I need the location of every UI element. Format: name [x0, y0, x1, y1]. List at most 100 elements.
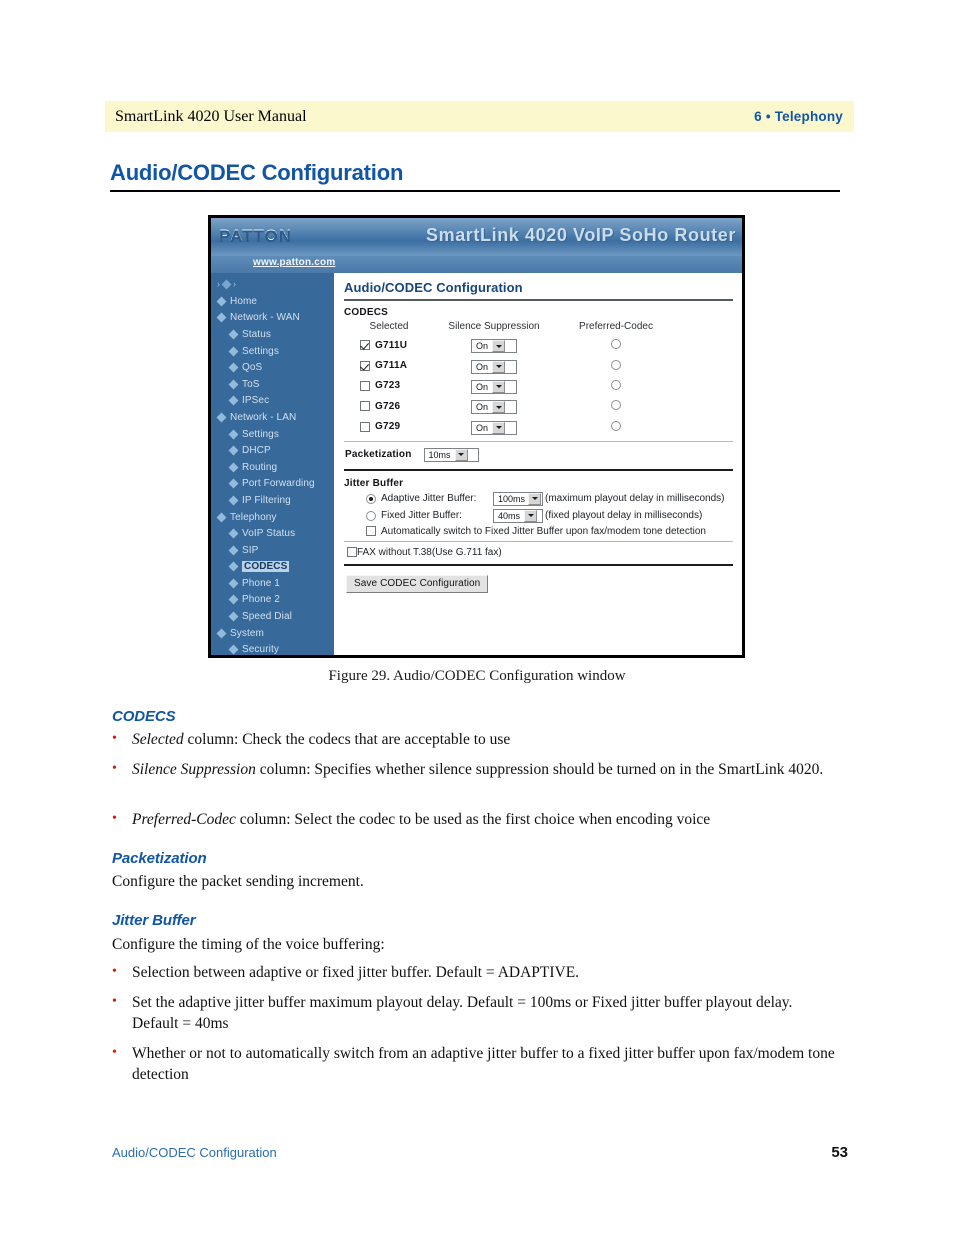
diamond-bullet-icon [228, 445, 239, 456]
auto-switch-row: Automatically switch to Fixed Jitter Buf… [344, 526, 733, 537]
sidebar-item-label: System [230, 627, 264, 639]
patton-logo: PATTON [219, 226, 293, 245]
sidebar-item-codecs[interactable]: CODECS [211, 559, 334, 576]
list-item: • Set the adaptive jitter buffer maximum … [112, 993, 840, 1035]
sidebar-item-label: Settings [242, 428, 279, 440]
cell-selected: G726 [350, 396, 428, 416]
fixed-jitter-note: (fixed playout delay in milliseconds) [545, 510, 703, 522]
manual-title: SmartLink 4020 User Manual [115, 107, 307, 125]
fixed-jitter-label: Fixed Jitter Buffer: [381, 510, 462, 522]
sidebar-item-port-forwarding[interactable]: Port Forwarding [211, 476, 334, 493]
sidebar-item-speed-dial[interactable]: Speed Dial [211, 608, 334, 625]
diamond-bullet-icon [228, 462, 239, 473]
sidebar-item-phone-2[interactable]: Phone 2 [211, 592, 334, 609]
sidebar-item-routing[interactable]: Routing [211, 459, 334, 476]
cell-silence-suppression: On [428, 335, 560, 355]
sidebar-item-ipsec[interactable]: IPSec [211, 393, 334, 410]
codec-selected-checkbox[interactable] [360, 340, 370, 351]
silence-suppression-select[interactable]: On [471, 420, 517, 435]
sidebar-item-tos[interactable]: ToS [211, 376, 334, 393]
sidebar-item-label: Phone 1 [242, 577, 280, 589]
silence-suppression-select[interactable]: On [471, 359, 517, 374]
diamond-bullet-icon [228, 478, 239, 489]
diamond-bullet-icon [228, 495, 239, 506]
sidebar-item-sip[interactable]: SIP [211, 542, 334, 559]
breadcrumb-arrow-right-icon: › [233, 279, 236, 289]
fixed-jitter-select[interactable]: 40ms [493, 508, 543, 523]
codecs-table-header-row: Selected Silence Suppression Preferred-C… [350, 321, 672, 335]
sidebar-item-status[interactable]: Status [211, 326, 334, 343]
sidebar-item-settings[interactable]: Settings [211, 426, 334, 443]
fax-without-t38-checkbox[interactable] [347, 547, 357, 558]
cell-selected: G711U [350, 335, 428, 355]
content-heading: Audio/CODEC Configuration [344, 280, 523, 295]
sidebar-item-telephony[interactable]: Telephony [211, 509, 334, 526]
chevron-down-icon [524, 509, 538, 522]
preferred-codec-radio[interactable] [611, 359, 621, 370]
preferred-codec-radio[interactable] [611, 339, 621, 350]
bullet-icon: • [112, 964, 117, 979]
column-header-preferred-codec: Preferred-Codec [579, 321, 653, 332]
silence-suppression-select[interactable]: On [471, 400, 517, 415]
codec-name: G711U [375, 339, 408, 351]
sidebar-item-dhcp[interactable]: DHCP [211, 442, 334, 459]
sidebar-item-label: Network - LAN [230, 411, 297, 423]
diamond-bullet-icon [228, 362, 239, 373]
diamond-bullet-icon [216, 312, 227, 323]
sidebar-item-ip-filtering[interactable]: IP Filtering [211, 492, 334, 509]
bullet-lead: Selected [132, 731, 184, 748]
packetization-select[interactable]: 10ms [423, 447, 479, 462]
sidebar-item-phone-1[interactable]: Phone 1 [211, 575, 334, 592]
diamond-bullet-icon [216, 296, 227, 307]
sidebar-item-security[interactable]: Security [211, 641, 334, 655]
router-sidebar: › › Home Network - WAN Status Settings QoS To… [211, 273, 334, 655]
sidebar-item-home[interactable]: Home [211, 293, 334, 310]
cell-silence-suppression: On [428, 417, 560, 437]
preferred-codec-radio[interactable] [611, 379, 621, 390]
sidebar-item-system[interactable]: System [211, 625, 334, 642]
fixed-jitter-radio[interactable] [366, 510, 376, 521]
diamond-bullet-icon [216, 628, 227, 639]
list-item: • Whether or not to automatically switch … [112, 1044, 840, 1086]
codec-selected-checkbox[interactable] [360, 421, 370, 432]
adaptive-jitter-select[interactable]: 100ms [493, 491, 543, 506]
silence-suppression-value: On [476, 361, 489, 372]
codec-selected-checkbox[interactable] [360, 401, 370, 412]
save-codec-configuration-button[interactable]: Save CODEC Configuration [346, 574, 489, 593]
list-item: • Silence Suppression column: Specifies w… [112, 760, 827, 781]
codec-selected-checkbox[interactable] [360, 380, 370, 391]
router-ui-screenshot: PATTON SmartLink 4020 VoIP SoHo Router w… [208, 215, 745, 658]
table-row: G726 On [350, 396, 672, 416]
codecs-group-label: CODECS [344, 307, 388, 318]
sidebar-item-voip-status[interactable]: VoIP Status [211, 525, 334, 542]
sidebar-item-network-wan[interactable]: Network - WAN [211, 310, 334, 327]
sidebar-item-qos[interactable]: QoS [211, 359, 334, 376]
sidebar-item-label: QoS [242, 362, 263, 374]
sidebar-item-label: SIP [242, 544, 259, 556]
preferred-codec-radio[interactable] [611, 420, 621, 431]
table-row: G729 On [350, 417, 672, 437]
router-content-pane: Audio/CODEC Configuration CODECS Selecte… [334, 273, 742, 655]
cell-silence-suppression: On [428, 376, 560, 396]
jitter-paragraph: Configure the timing of the voice buffer… [112, 936, 385, 953]
preferred-codec-radio[interactable] [611, 400, 621, 411]
patton-url-link[interactable]: www.patton.com [253, 257, 335, 268]
breadcrumb-diamond-icon [221, 279, 232, 289]
codec-name: G723 [375, 380, 401, 392]
diamond-bullet-icon [228, 395, 239, 406]
list-item: • Selection between adaptive or fixed jit… [112, 963, 840, 984]
silence-suppression-select[interactable]: On [471, 379, 517, 394]
adaptive-jitter-label: Adaptive Jitter Buffer: [381, 493, 477, 505]
footer-page-number: 53 [831, 1144, 848, 1161]
silence-suppression-select[interactable]: On [471, 339, 517, 354]
auto-switch-checkbox[interactable] [366, 526, 376, 537]
bullet-icon: • [112, 761, 117, 776]
chapter-label: 6 • Telephony [754, 109, 843, 124]
adaptive-jitter-radio[interactable] [366, 493, 376, 504]
codec-selected-checkbox[interactable] [360, 360, 370, 371]
sidebar-item-settings[interactable]: Settings [211, 343, 334, 360]
bullet-icon: • [112, 811, 117, 826]
sidebar-item-network-lan[interactable]: Network - LAN [211, 409, 334, 426]
footer-section-label: Audio/CODEC Configuration [112, 1145, 277, 1160]
packetization-row: Packetization 10ms [344, 447, 733, 463]
